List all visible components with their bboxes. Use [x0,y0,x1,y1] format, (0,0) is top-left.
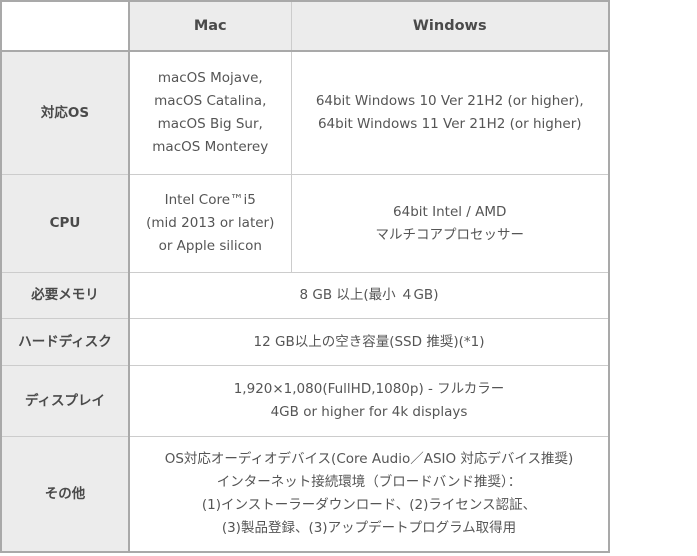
row-label-memory: 必要メモリ [0,272,130,319]
table-row-display: ディスプレイ 1,920×1,080(FullHD,1080p) - フルカラー… [0,365,610,437]
text-line: (mid 2013 or later) [146,215,275,231]
text-line: 64bit Windows 10 Ver 21H2 (or higher), [315,93,584,109]
table-row-harddisk: ハードディスク 12 GB以上の空き容量(SSD 推奨)(*1) [0,318,610,366]
cell-os-windows-lines: 64bit Windows 10 Ver 21H2 (or higher), 6… [298,90,603,136]
cell-os-mac-lines: macOS Mojave, macOS Catalina, macOS Big … [136,67,285,159]
cell-os-mac: macOS Mojave, macOS Catalina, macOS Big … [128,50,292,175]
text-line: インターネット接続環境（ブロードバンド推奨）： [216,474,522,490]
cell-cpu-mac: Intel Core™i5 (mid 2013 or later) or App… [128,174,292,273]
text-line: or Apple silicon [158,238,262,254]
cell-cpu-mac-lines: Intel Core™i5 (mid 2013 or later) or App… [136,189,285,258]
table-row-other: その他 OS対応オーディオデバイス(Core Audio／ASIO 対応デバイス… [0,436,610,553]
row-label-harddisk: ハードディスク [0,318,130,366]
table-body: 対応OS macOS Mojave, macOS Catalina, macOS… [0,50,610,553]
row-label-display: ディスプレイ [0,365,130,437]
text-line: 64bit Intel / AMD [393,203,507,220]
cell-other-value: OS対応オーディオデバイス(Core Audio／ASIO 対応デバイス推奨) … [128,436,610,553]
text-line: macOS Mojave, [157,70,263,86]
table-row-cpu: CPU Intel Core™i5 (mid 2013 or later) or… [0,174,610,273]
cell-memory-lines: 8 GB 以上(最小 ４GB) [136,284,602,307]
cell-memory-value: 8 GB 以上(最小 ４GB) [128,272,610,319]
row-label-os: 対応OS [0,50,130,175]
text-line: マルチコアプロセッサー [375,226,525,243]
text-line: 12 GB以上の空き容量(SSD 推奨)(*1) [253,333,485,350]
header-empty-corner [0,0,130,52]
text-line: 1,920×1,080(FullHD,1080p) - フルカラー [233,381,505,397]
text-line: macOS Catalina, [154,93,267,109]
system-requirements-table-wrapper: Mac Windows 対応OS macOS Mojave, macOS Cat… [0,0,610,553]
text-line: macOS Big Sur, [157,116,263,132]
text-line: 8 GB 以上(最小 ４GB) [299,287,439,303]
column-header-mac: Mac [128,0,292,52]
cell-display-value: 1,920×1,080(FullHD,1080p) - フルカラー 4GB or… [128,365,610,437]
text-line: 64bit Windows 11 Ver 21H2 (or higher) [317,116,582,132]
cell-other-lines: OS対応オーディオデバイス(Core Audio／ASIO 対応デバイス推奨) … [136,448,602,540]
row-label-other: その他 [0,436,130,553]
table-row-os: 対応OS macOS Mojave, macOS Catalina, macOS… [0,50,610,175]
text-line: macOS Monterey [152,139,269,155]
cell-harddisk-value: 12 GB以上の空き容量(SSD 推奨)(*1) [128,318,610,366]
table-header-row: Mac Windows [0,0,610,52]
cell-cpu-windows-lines: 64bit Intel / AMD マルチコアプロセッサー [298,201,603,247]
text-line: Intel Core™i5 [164,192,256,208]
text-line: OS対応オーディオデバイス(Core Audio／ASIO 対応デバイス推奨) [164,451,574,467]
row-label-cpu: CPU [0,174,130,273]
cell-cpu-windows: 64bit Intel / AMD マルチコアプロセッサー [290,174,610,273]
text-line: (3)製品登録、(3)アップデートプログラム取得用 [221,520,517,536]
cell-display-lines: 1,920×1,080(FullHD,1080p) - フルカラー 4GB or… [136,378,602,424]
text-line: (1)インストーラーダウンロード、(2)ライセンス認証、 [201,497,537,513]
column-header-windows: Windows [290,0,610,52]
table-row-memory: 必要メモリ 8 GB 以上(最小 ４GB) [0,272,610,319]
cell-harddisk-lines: 12 GB以上の空き容量(SSD 推奨)(*1) [136,331,602,354]
system-requirements-table: Mac Windows 対応OS macOS Mojave, macOS Cat… [0,0,610,553]
text-line: 4GB or higher for 4k displays [270,404,468,420]
table-header: Mac Windows [0,0,610,52]
cell-os-windows: 64bit Windows 10 Ver 21H2 (or higher), 6… [290,50,610,175]
